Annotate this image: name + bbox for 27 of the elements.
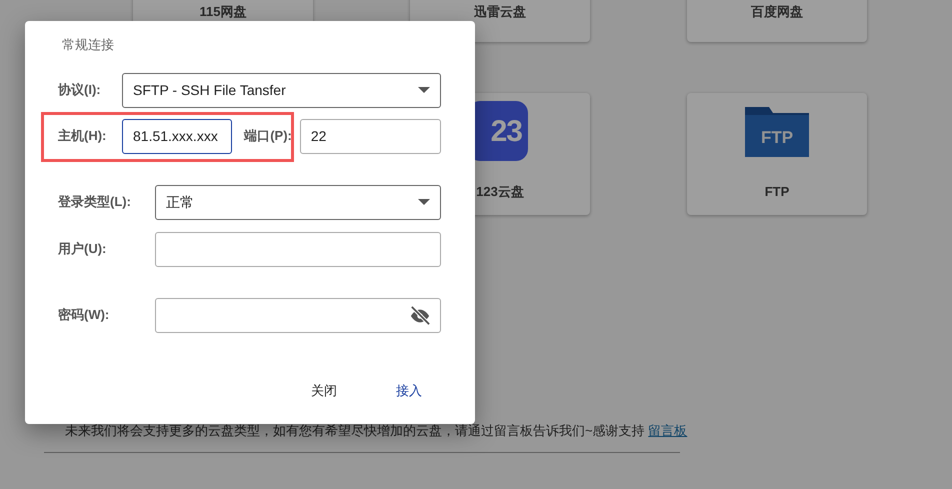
card-label: FTP xyxy=(764,182,790,200)
eye-off-icon[interactable] xyxy=(409,306,431,326)
field-label: 主机(H): xyxy=(58,127,108,146)
card-label: 迅雷云盘 xyxy=(474,2,526,20)
dropdown[interactable]: 正常 xyxy=(155,184,441,220)
field-label: 协议(I): xyxy=(58,81,102,100)
dropdown[interactable]: SFTP - SSH File Tansfer xyxy=(122,72,441,108)
caret-icon xyxy=(418,199,430,205)
link[interactable]: 留言板 xyxy=(648,423,688,438)
input-field[interactable]: 22 xyxy=(300,118,441,154)
dialog-button[interactable]: 关闭 xyxy=(297,374,351,406)
card-label: 115网盘 xyxy=(200,2,246,20)
card-label: 123云盘 xyxy=(476,182,524,200)
dialog-title: 常规连接 xyxy=(62,36,115,54)
input-field[interactable]: 81.51.xxx.xxx xyxy=(122,118,232,154)
field-label: 用户(U): xyxy=(58,240,108,258)
field-label: 密码(W): xyxy=(58,306,110,324)
field-label: 端口(P): xyxy=(244,127,292,146)
field-label: 登录类型(L): xyxy=(58,193,132,212)
input-field[interactable] xyxy=(155,232,441,266)
card-label: 百度网盘 xyxy=(751,2,803,20)
notice-text: 未来我们将会支持更多的云盘类型，如有您有希望尽快增加的云盘，请通过留言板告诉我们~感谢支持 留言板 xyxy=(65,422,688,440)
service-card[interactable]: 百度网盘 xyxy=(687,0,867,42)
password-field[interactable] xyxy=(155,298,441,332)
dialog-button[interactable]: 接入 xyxy=(382,374,436,406)
service-card[interactable]: FTP FTP xyxy=(687,93,867,215)
folder-icon: FTP xyxy=(745,107,809,157)
